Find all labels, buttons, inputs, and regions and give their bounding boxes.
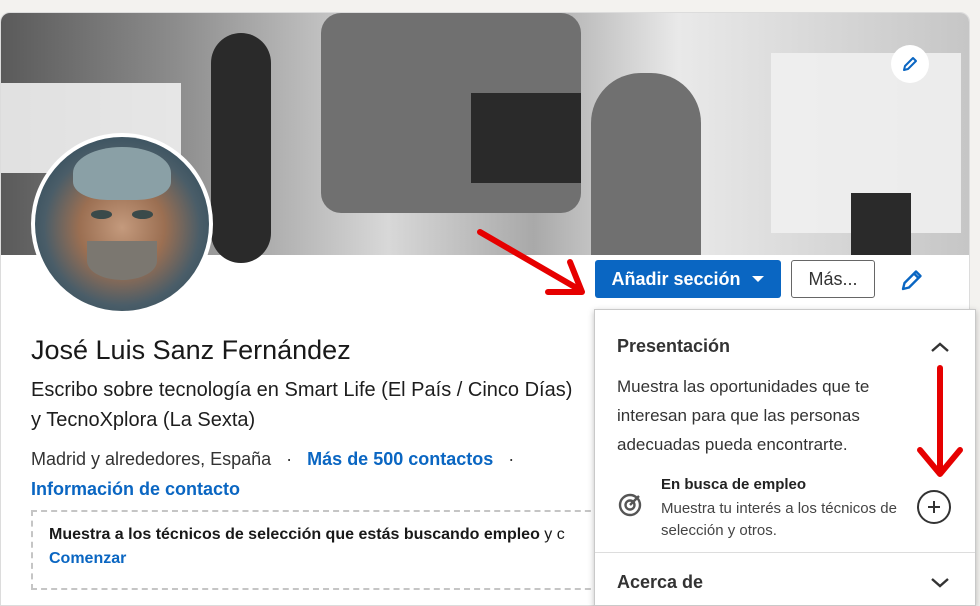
pencil-icon	[903, 57, 917, 71]
section-title-presentacion[interactable]: Presentación	[617, 336, 730, 357]
location: Madrid y alrededores, España	[31, 449, 272, 469]
separator: ·	[286, 449, 293, 469]
more-button[interactable]: Más...	[791, 260, 875, 298]
more-label: Más...	[808, 268, 858, 289]
separator: ·	[508, 449, 515, 469]
add-section-button[interactable]: Añadir sección	[595, 260, 781, 298]
add-section-dropdown: Presentación Muestra las oportunidades q…	[594, 309, 976, 606]
add-job-seeking-button[interactable]	[917, 490, 951, 524]
open-to-work-box: Muestra a los técnicos de selección que …	[31, 510, 611, 590]
job-seeking-title: En busca de empleo	[661, 476, 807, 493]
profile-headline: Escribo sobre tecnología en Smart Life (…	[31, 375, 591, 435]
plus-icon	[928, 501, 940, 513]
avatar[interactable]	[31, 133, 213, 315]
job-seeking-description: Muestra tu interés a los técnicos de sel…	[661, 500, 897, 539]
open-to-work-text: Muestra a los técnicos de selección que …	[49, 526, 565, 543]
edit-banner-button[interactable]	[891, 45, 929, 83]
get-started-link[interactable]: Comenzar	[49, 550, 593, 568]
location-line: Madrid y alrededores, España · Más de 50…	[31, 449, 524, 470]
chevron-up-icon[interactable]	[929, 340, 951, 354]
section-title-acerca-de[interactable]: Acerca de	[617, 572, 703, 593]
headline-line-2: y TecnoXplora (La Sexta)	[31, 409, 256, 431]
target-icon	[618, 493, 642, 517]
profile-name: José Luis Sanz Fernández	[31, 335, 351, 365]
connections-link[interactable]: Más de 500 contactos	[307, 449, 493, 469]
divider	[595, 552, 975, 553]
profile-photo	[35, 137, 209, 311]
caret-down-icon	[751, 276, 764, 282]
pencil-icon[interactable]	[897, 265, 927, 295]
headline-line-1: Escribo sobre tecnología en Smart Life (…	[31, 379, 573, 401]
contact-info-link[interactable]: Información de contacto	[31, 479, 240, 500]
chevron-down-icon[interactable]	[929, 576, 951, 590]
add-section-label: Añadir sección	[611, 268, 741, 289]
section-description: Muestra las oportunidades que te interes…	[617, 377, 870, 454]
